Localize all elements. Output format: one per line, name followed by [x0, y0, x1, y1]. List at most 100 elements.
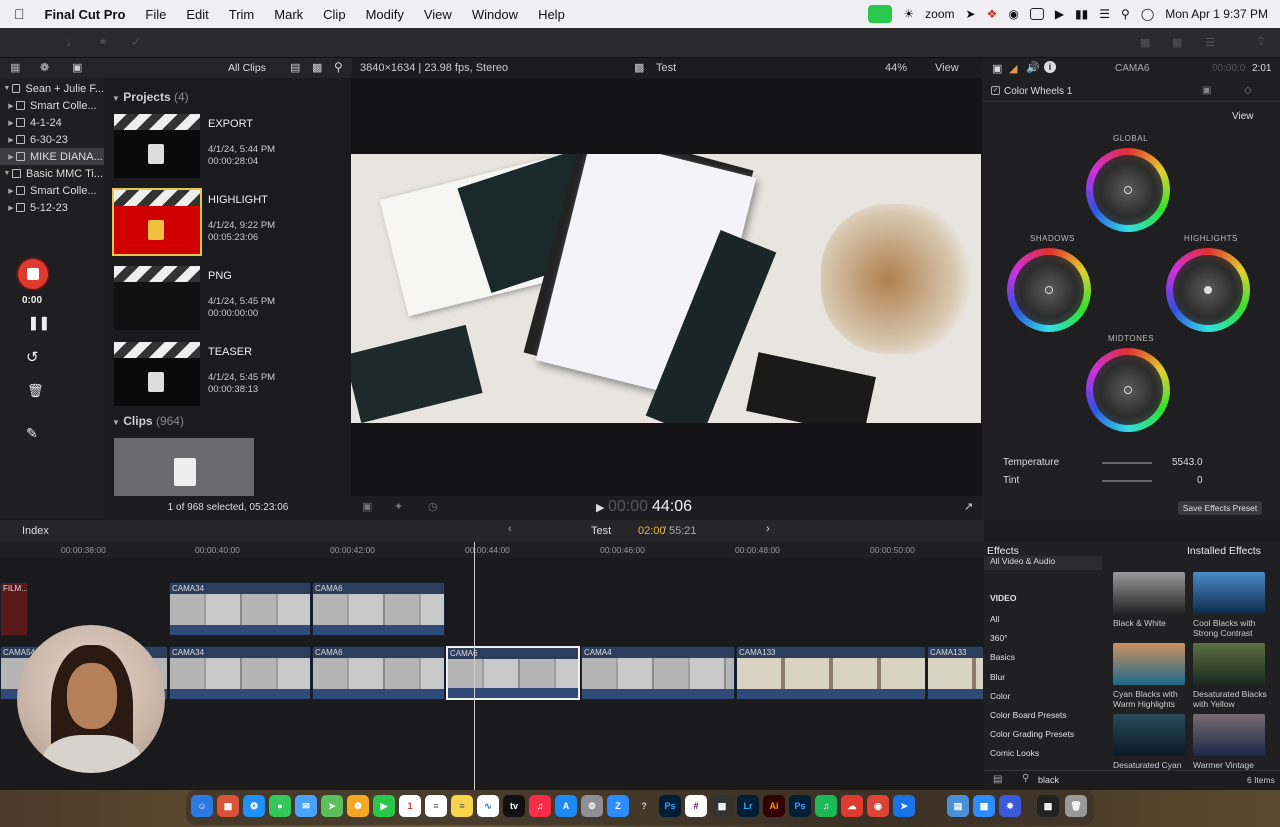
search-icon[interactable]: ⚲: [334, 60, 343, 74]
zoom-dock-icon[interactable]: ▩: [973, 795, 995, 817]
zoom-level[interactable]: 44%: [885, 62, 907, 74]
photos-icon[interactable]: ❁: [40, 61, 49, 74]
pause-icon[interactable]: ❚❚: [28, 315, 50, 331]
highlights-wheel[interactable]: [1166, 248, 1250, 332]
acrobat-icon[interactable]: ☁: [841, 795, 863, 817]
transform-icon[interactable]: ▣: [362, 500, 372, 513]
timeline-project-name[interactable]: Test: [591, 525, 611, 537]
send-icon[interactable]: ➤: [966, 7, 976, 21]
timeline-ruler[interactable]: 00:00:38:00 00:00:40:00 00:00:42:00 00:0…: [0, 542, 984, 558]
index-button[interactable]: Index: [22, 525, 49, 537]
viewer-view-menu[interactable]: View: [935, 62, 959, 74]
spotify-icon[interactable]: ♫: [815, 795, 837, 817]
timeline-clip[interactable]: FILM...: [0, 582, 28, 636]
play-icon[interactable]: ▶: [1055, 7, 1064, 21]
timeline-clip[interactable]: CAMA6: [312, 646, 445, 700]
photos-app-icon[interactable]: ❁: [347, 795, 369, 817]
library-item[interactable]: ▶ 4-1-24: [0, 114, 104, 131]
clip-appearance-icon[interactable]: ▤: [290, 61, 300, 74]
transfer-icon[interactable]: ➤: [893, 795, 915, 817]
appletv-icon[interactable]: tv: [503, 795, 525, 817]
music-icon[interactable]: ♫: [529, 795, 551, 817]
brightness-icon[interactable]: ☀: [903, 7, 914, 21]
menu-view[interactable]: View: [424, 7, 452, 22]
keyframe-icon[interactable]: ◇: [1244, 85, 1252, 96]
audio-inspector-icon[interactable]: 🔊: [1026, 61, 1040, 74]
effects-category[interactable]: Blur: [990, 672, 1005, 682]
wheels-view-menu[interactable]: View: [1232, 111, 1254, 122]
forward-icon[interactable]: ›: [766, 523, 770, 535]
extension-icon[interactable]: ❖: [987, 7, 998, 21]
library-item[interactable]: ▶ MIKE DIANA...: [0, 148, 104, 165]
pencil-icon[interactable]: ✎: [26, 425, 38, 442]
slack-icon[interactable]: #: [685, 795, 707, 817]
chrome-icon[interactable]: ◉: [867, 795, 889, 817]
finalcut-icon[interactable]: ▩: [711, 795, 733, 817]
record-icon[interactable]: ◉: [1008, 7, 1018, 21]
sidebar-toggle-icon[interactable]: ▤: [993, 774, 1002, 785]
effect-thumbnail[interactable]: Black & White: [1113, 572, 1185, 628]
menu-mark[interactable]: Mark: [274, 7, 303, 22]
clips-header[interactable]: ▼ Clips (964): [112, 414, 184, 428]
temperature-slider[interactable]: [1102, 462, 1152, 464]
library-item[interactable]: ▶ 5-12-23: [0, 199, 104, 216]
midtones-wheel[interactable]: [1086, 348, 1170, 432]
menu-edit[interactable]: Edit: [186, 7, 208, 22]
effects-category[interactable]: Color Grading Presets: [990, 729, 1074, 739]
control-center-icon[interactable]: ◯: [1141, 7, 1154, 21]
effects-category[interactable]: Comic Looks: [990, 748, 1039, 758]
record-button[interactable]: [18, 259, 48, 289]
photoshop-icon[interactable]: Ps: [659, 795, 681, 817]
messages-icon[interactable]: ●: [269, 795, 291, 817]
wifi-icon[interactable]: ☰: [1099, 7, 1110, 21]
asterisk-icon[interactable]: ✸: [999, 795, 1021, 817]
timeline-clip[interactable]: CAMA34: [169, 582, 311, 636]
zoom-app-icon[interactable]: Z: [607, 795, 629, 817]
facetime-app-icon[interactable]: ▶: [373, 795, 395, 817]
titles-icon[interactable]: ▣: [72, 61, 82, 74]
timeline-layout-icon[interactable]: ▩: [1172, 36, 1182, 49]
video-inspector-icon[interactable]: ▣: [992, 62, 1002, 75]
menu-window[interactable]: Window: [472, 7, 518, 22]
layout-icon[interactable]: ▦: [1140, 36, 1150, 49]
apple-icon[interactable]: : [14, 6, 25, 22]
battery-icon[interactable]: ▮▮: [1075, 7, 1088, 21]
reminders-icon[interactable]: ≡: [425, 795, 447, 817]
timeline-clip[interactable]: CAMA6: [312, 582, 445, 636]
menu-help[interactable]: Help: [538, 7, 565, 22]
timeline-clip[interactable]: CAMA34: [169, 646, 311, 700]
project-item[interactable]: TEASER 4/1/24, 5:45 PM 00:00:38:13: [114, 342, 354, 412]
playhead[interactable]: [474, 542, 475, 790]
effect-thumbnail[interactable]: Cyan Blacks with Warm Highlights: [1113, 643, 1185, 709]
zoom-label[interactable]: zoom: [925, 7, 954, 21]
checkmark-icon[interactable]: ✓: [131, 35, 141, 49]
tint-value[interactable]: 0: [1197, 475, 1203, 486]
effects-category[interactable]: Color: [990, 691, 1010, 701]
project-item-selected[interactable]: HIGHLIGHT 4/1/24, 9:22 PM 00:05:23:06: [112, 188, 354, 260]
restart-icon[interactable]: ↺: [26, 348, 39, 366]
viewer[interactable]: [351, 78, 982, 496]
clip-thumbnail[interactable]: [114, 438, 254, 498]
inspector-layout-icon[interactable]: ☰: [1205, 36, 1215, 49]
share-icon[interactable]: ⇧: [1256, 34, 1266, 48]
timeline-clip[interactable]: CAMA133: [927, 646, 984, 700]
play-button[interactable]: ▶: [596, 501, 604, 514]
project-item[interactable]: PNG 4/1/24, 5:45 PM 00:00:00:00: [114, 266, 354, 336]
effect-thumbnail[interactable]: Desaturated Cyan: [1113, 714, 1185, 770]
window-icon[interactable]: [1029, 8, 1044, 20]
timeline-clip[interactable]: CAMA4: [581, 646, 735, 700]
global-wheel[interactable]: [1086, 148, 1170, 232]
speed-icon[interactable]: ◷: [428, 500, 438, 513]
effect-thumbnail[interactable]: Cool Blacks with Strong Contrast: [1193, 572, 1265, 638]
effect-checkbox[interactable]: ✓: [991, 86, 1000, 95]
filmstrip-icon[interactable]: ▩: [312, 61, 322, 74]
clock[interactable]: Mon Apr 1 9:37 PM: [1165, 7, 1268, 21]
menu-file[interactable]: File: [145, 7, 166, 22]
menu-trim[interactable]: Trim: [229, 7, 255, 22]
library-item[interactable]: ▼ Basic MMC Ti...: [0, 165, 104, 182]
menu-modify[interactable]: Modify: [366, 7, 404, 22]
effects-category[interactable]: Color Board Presets: [990, 710, 1067, 720]
effect-thumbnail[interactable]: Desaturated Blacks with Yellow: [1193, 643, 1267, 709]
settings-icon[interactable]: ⚙: [581, 795, 603, 817]
installed-effects-menu[interactable]: Installed Effects: [1187, 545, 1261, 557]
